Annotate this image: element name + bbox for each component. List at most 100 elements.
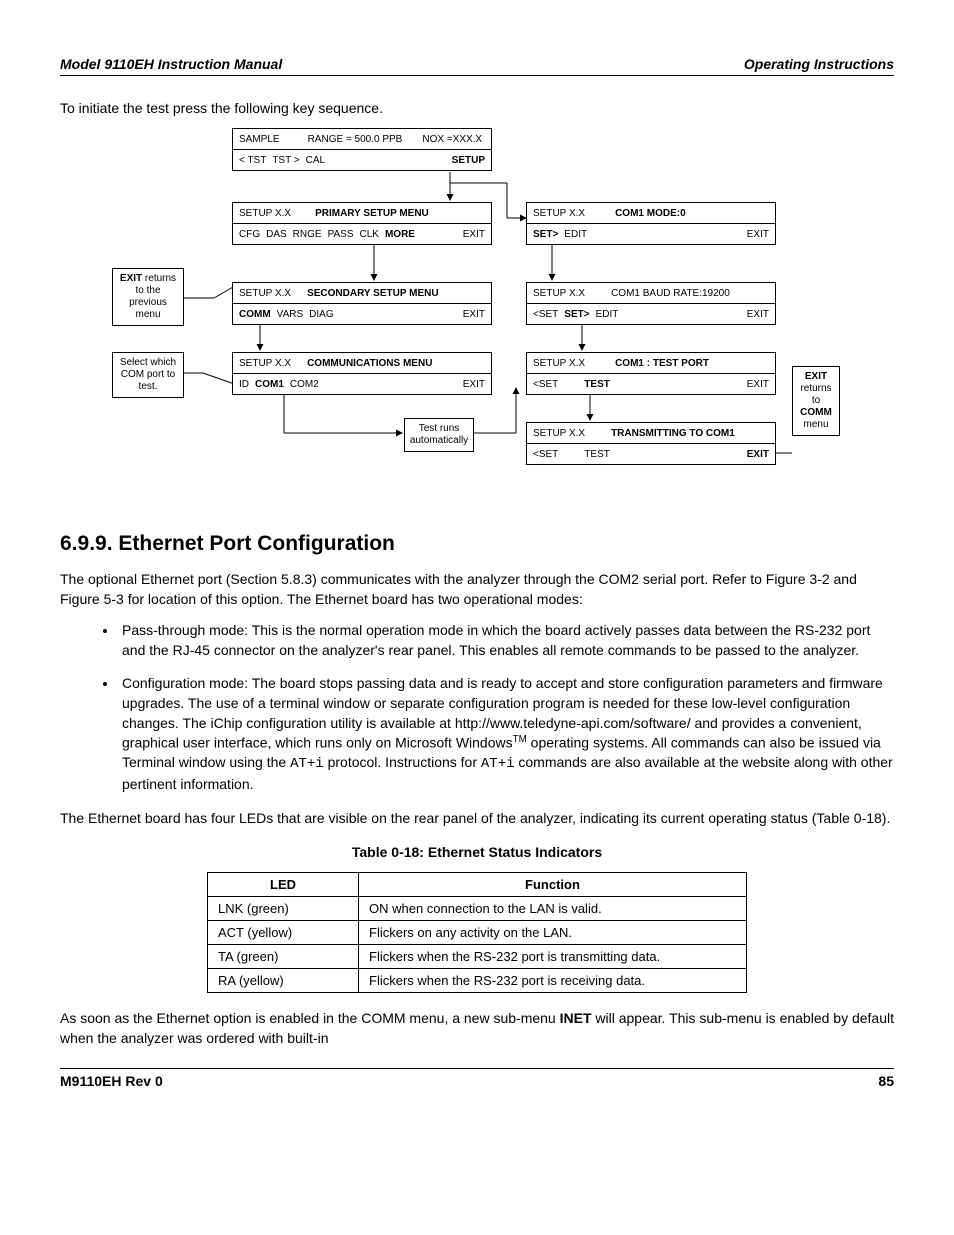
- cell: Flickers when the RS-232 port is receivi…: [359, 969, 747, 993]
- header-left: Model 9110EH Instruction Manual: [60, 56, 282, 72]
- lbl: menu: [803, 419, 828, 430]
- lbl: COMM: [239, 309, 271, 320]
- page-header: Model 9110EH Instruction Manual Operatin…: [60, 56, 894, 76]
- paragraph-3: As soon as the Ethernet option is enable…: [60, 1009, 894, 1048]
- intro-text: To initiate the test press the following…: [60, 100, 894, 116]
- th-function: Function: [359, 873, 747, 897]
- lbl: EXIT: [747, 379, 769, 390]
- lbl: CLK: [360, 229, 379, 240]
- cell: Flickers on any activity on the LAN.: [359, 921, 747, 945]
- bullet-passthrough: Pass-through mode: This is the normal op…: [118, 621, 894, 660]
- footer-left: M9110EH Rev 0: [60, 1073, 163, 1089]
- bullet-configuration: Configuration mode: The board stops pass…: [118, 674, 894, 794]
- lbl: EXIT: [805, 371, 827, 382]
- lbl: SETUP X.X: [533, 288, 585, 299]
- key-sequence-diagram: SAMPLE RANGE = 500.0 PPB NOX =XXX.X < TS…: [112, 128, 842, 508]
- th-led: LED: [208, 873, 359, 897]
- lbl: SETUP X.X: [533, 428, 585, 439]
- lbl: SECONDARY SETUP MENU: [307, 288, 439, 299]
- lbl: EXIT: [463, 379, 485, 390]
- header-right: Operating Instructions: [744, 56, 894, 72]
- lbl: SETUP: [452, 155, 485, 166]
- note-select-port: Select which COM port to test.: [112, 352, 184, 398]
- lbl: COMM: [800, 407, 832, 418]
- text: protocol. Instructions for: [324, 754, 481, 770]
- lbl: SET>: [564, 309, 589, 320]
- lbl: TEST: [584, 379, 610, 390]
- lbl: ID: [239, 379, 249, 390]
- lbl: TRANSMITTING TO COM1: [611, 428, 735, 439]
- lbl: returns: [800, 383, 831, 394]
- lbl: COM1 MODE:0: [615, 208, 686, 219]
- lbl: SETUP X.X: [239, 288, 291, 299]
- tm-superscript: TM: [513, 734, 527, 745]
- lbl: VARS: [277, 309, 304, 320]
- lbl: EXIT: [747, 229, 769, 240]
- lbl: to: [812, 395, 820, 406]
- lbl: RANGE = 500.0 PPB: [308, 134, 403, 145]
- menu-box-communications: SETUP X.X COMMUNICATIONS MENU ID COM1 CO…: [232, 352, 492, 395]
- lbl: DAS: [266, 229, 287, 240]
- lbl: COMMUNICATIONS MENU: [307, 358, 432, 369]
- note-exit-comm: EXIT returns to COMM menu: [792, 366, 840, 436]
- table-row: RA (yellow) Flickers when the RS-232 por…: [208, 969, 747, 993]
- note-test-runs: Test runs automatically: [404, 418, 474, 452]
- lbl: TEST: [584, 449, 610, 460]
- table-row: TA (green) Flickers when the RS-232 port…: [208, 945, 747, 969]
- text: As soon as the Ethernet option is enable…: [60, 1010, 560, 1026]
- menu-box-transmitting: SETUP X.X TRANSMITTING TO COM1 <SET TEST…: [526, 422, 776, 465]
- lbl: <SET: [533, 309, 558, 320]
- code: AT+i: [290, 756, 324, 772]
- table-row: LNK (green) ON when connection to the LA…: [208, 897, 747, 921]
- lbl: SAMPLE: [239, 134, 280, 145]
- lbl: EXIT: [747, 309, 769, 320]
- cell: LNK (green): [208, 897, 359, 921]
- bullet-list: Pass-through mode: This is the normal op…: [60, 621, 894, 794]
- lbl: PASS: [328, 229, 354, 240]
- lbl: <SET: [533, 379, 558, 390]
- footer-page-number: 85: [878, 1073, 894, 1089]
- lbl: MORE: [385, 229, 415, 240]
- cell: ACT (yellow): [208, 921, 359, 945]
- menu-box-com1-test-port: SETUP X.X COM1 : TEST PORT <SET TEST EXI…: [526, 352, 776, 395]
- menu-box-com1-mode: SETUP X.X COM1 MODE:0 SET> EDIT EXIT: [526, 202, 776, 245]
- lbl: < TST: [239, 155, 266, 166]
- ethernet-status-table: LED Function LNK (green) ON when connect…: [207, 872, 747, 993]
- note-exit-returns: EXIT returns to the previous menu: [112, 268, 184, 326]
- paragraph-1: The optional Ethernet port (Section 5.8.…: [60, 570, 894, 609]
- paragraph-2: The Ethernet board has four LEDs that ar…: [60, 809, 894, 829]
- lbl: TST >: [272, 155, 299, 166]
- lbl: RNGE: [293, 229, 322, 240]
- lbl: <SET: [533, 449, 558, 460]
- lbl: EXIT: [463, 229, 485, 240]
- lbl: COM2: [290, 379, 319, 390]
- lbl: EXIT: [463, 309, 485, 320]
- menu-box-secondary: SETUP X.X SECONDARY SETUP MENU COMM VARS…: [232, 282, 492, 325]
- lbl: PRIMARY SETUP MENU: [315, 208, 429, 219]
- lbl: CFG: [239, 229, 260, 240]
- inet-label: INET: [560, 1010, 592, 1026]
- lbl: COM1: [255, 379, 284, 390]
- lbl: DIAG: [309, 309, 333, 320]
- menu-box-com1-baud: SETUP X.X COM1 BAUD RATE:19200 <SET SET>…: [526, 282, 776, 325]
- menu-box-sample: SAMPLE RANGE = 500.0 PPB NOX =XXX.X < TS…: [232, 128, 492, 171]
- lbl: CAL: [306, 155, 325, 166]
- lbl: EDIT: [564, 229, 587, 240]
- cell: Flickers when the RS-232 port is transmi…: [359, 945, 747, 969]
- lbl: COM1 BAUD RATE:19200: [611, 288, 730, 299]
- lbl: SETUP X.X: [239, 208, 291, 219]
- lbl: COM1 : TEST PORT: [615, 358, 709, 369]
- section-heading: 6.9.9. Ethernet Port Configuration: [60, 532, 894, 556]
- menu-box-primary: SETUP X.X PRIMARY SETUP MENU CFG DAS RNG…: [232, 202, 492, 245]
- table-caption: Table 0-18: Ethernet Status Indicators: [60, 844, 894, 860]
- lbl: SETUP X.X: [533, 208, 585, 219]
- lbl: SETUP X.X: [239, 358, 291, 369]
- lbl: EDIT: [596, 309, 619, 320]
- table-row: ACT (yellow) Flickers on any activity on…: [208, 921, 747, 945]
- code: AT+i: [481, 756, 515, 772]
- cell: TA (green): [208, 945, 359, 969]
- lbl: SETUP X.X: [533, 358, 585, 369]
- lbl: EXIT: [747, 449, 769, 460]
- cell: ON when connection to the LAN is valid.: [359, 897, 747, 921]
- lbl: SET>: [533, 229, 558, 240]
